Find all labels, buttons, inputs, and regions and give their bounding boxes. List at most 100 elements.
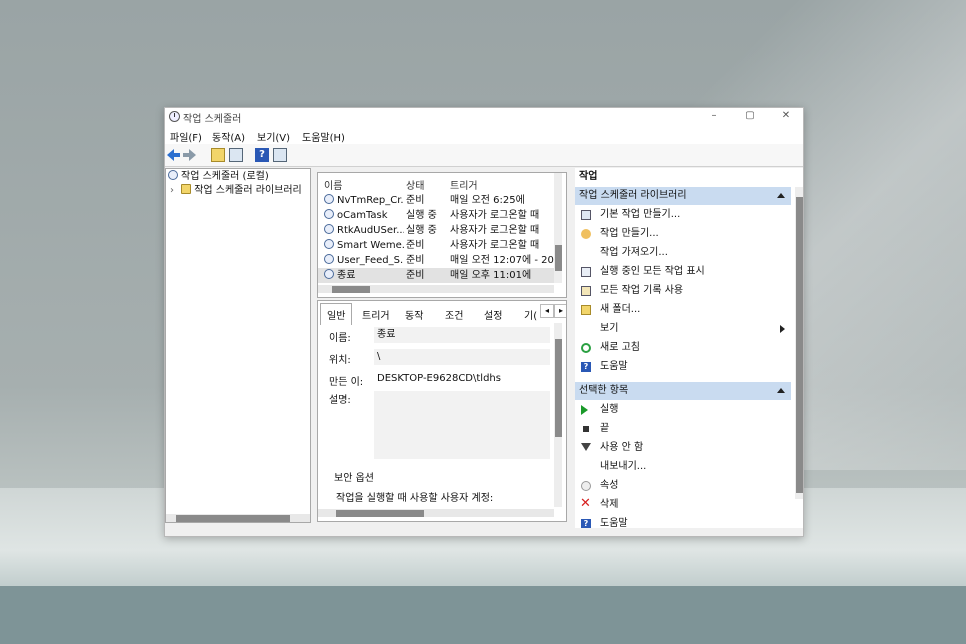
minimize-button[interactable]: – bbox=[695, 108, 733, 126]
floor-edge bbox=[0, 586, 966, 644]
security-options-title: 보안 옵션 bbox=[334, 473, 374, 484]
detail-hscroll-thumb[interactable] bbox=[336, 510, 424, 517]
action-item[interactable]: ? 도움말 bbox=[575, 358, 791, 376]
action-item[interactable]: 실행 중인 모든 작업 표시 bbox=[575, 263, 791, 281]
help-icon: ? bbox=[581, 362, 591, 372]
collapse-caret-icon[interactable] bbox=[777, 388, 785, 393]
tab-history[interactable]: 기( bbox=[524, 307, 537, 322]
location-field[interactable]: \ bbox=[374, 349, 550, 365]
task-trigger: 매일 오후 11:01에 bbox=[450, 270, 532, 281]
action-label: 실행 bbox=[600, 404, 619, 415]
task-list-vscroll-thumb[interactable] bbox=[555, 245, 562, 271]
action-label: 속성 bbox=[600, 480, 619, 491]
action-item[interactable]: 작업 가져오기... bbox=[575, 244, 791, 262]
col-name[interactable]: 이름 bbox=[324, 177, 342, 192]
task-name-cell: 종료 bbox=[324, 268, 404, 283]
action-item[interactable]: 작업 만들기... bbox=[575, 225, 791, 243]
help-icon: ? bbox=[581, 519, 591, 528]
action-item[interactable]: 보기 bbox=[575, 320, 791, 338]
window-title: 작업 스케줄러 bbox=[183, 114, 242, 125]
action-item[interactable]: 새 폴더... bbox=[575, 301, 791, 319]
clock-icon bbox=[324, 209, 334, 219]
col-trigger[interactable]: 트리거 bbox=[450, 177, 478, 192]
tab-scroll-left-button[interactable]: ◂ bbox=[540, 304, 554, 318]
table-row[interactable]: Smart Weme... 준비 사용자가 로그온할 때 bbox=[318, 238, 554, 253]
name-field[interactable]: 종료 bbox=[374, 327, 550, 343]
task-name-cell: NvTmRep_Cr... bbox=[324, 193, 404, 208]
table-row[interactable]: NvTmRep_Cr... 준비 매일 오전 6:25에 bbox=[318, 193, 554, 208]
menu-help[interactable]: 도움말(H) bbox=[302, 129, 345, 144]
up-folder-icon[interactable] bbox=[211, 148, 225, 162]
clock-icon bbox=[324, 269, 334, 279]
close-button[interactable]: ✕ bbox=[767, 108, 803, 126]
action-item[interactable]: 사용 안 함 bbox=[575, 439, 791, 457]
tree-hscroll-thumb[interactable] bbox=[176, 515, 290, 522]
delete-icon: ✕ bbox=[580, 496, 591, 511]
task-name-cell: Smart Weme... bbox=[324, 238, 404, 253]
collapse-caret-icon[interactable] bbox=[777, 193, 785, 198]
table-row[interactable]: RtkAudUSer... 실행 중 사용자가 로그온할 때 bbox=[318, 223, 554, 238]
forward-arrow-icon bbox=[183, 149, 196, 161]
section-library[interactable]: 작업 스케줄러 라이브러리 bbox=[575, 187, 791, 205]
maximize-button[interactable]: ▢ bbox=[731, 108, 769, 126]
action-item[interactable]: 실행 bbox=[575, 401, 791, 419]
basic-task-icon bbox=[581, 210, 591, 220]
tab-general[interactable]: 일반 bbox=[320, 303, 353, 325]
security-account-text: 작업을 실행할 때 사용할 사용자 계정: bbox=[336, 493, 494, 504]
task-list-hscroll-thumb[interactable] bbox=[332, 286, 370, 293]
action-label: 삭제 bbox=[600, 499, 619, 510]
tab-settings[interactable]: 설정 bbox=[484, 307, 502, 322]
expand-chevron-icon[interactable]: › bbox=[170, 185, 174, 196]
tab-actions[interactable]: 동작 bbox=[405, 307, 423, 322]
description-field[interactable] bbox=[374, 391, 550, 459]
description-label: 설명: bbox=[329, 395, 351, 406]
task-list-vscroll[interactable] bbox=[554, 173, 562, 283]
tab-conditions[interactable]: 조건 bbox=[445, 307, 463, 322]
actions-vscroll[interactable] bbox=[795, 187, 803, 499]
actions-vscroll-thumb[interactable] bbox=[796, 197, 803, 493]
tab-scroll-right-button[interactable]: ▸ bbox=[554, 304, 566, 318]
task-trigger: 매일 오전 12:07에 - 203 bbox=[450, 255, 554, 266]
end-icon bbox=[583, 426, 589, 432]
action-item[interactable]: 내보내기... bbox=[575, 458, 791, 476]
detail-vscroll[interactable] bbox=[554, 323, 562, 507]
tree-library[interactable]: › 작업 스케줄러 라이브러리 bbox=[170, 184, 302, 198]
table-row[interactable]: oCamTask 실행 중 사용자가 로그온할 때 bbox=[318, 208, 554, 223]
table-row[interactable]: User_Feed_S... 준비 매일 오전 12:07에 - 203 bbox=[318, 253, 554, 268]
task-scheduler-icon bbox=[169, 111, 180, 122]
table-row[interactable]: 종료 준비 매일 오후 11:01에 bbox=[318, 268, 554, 283]
name-label: 이름: bbox=[329, 333, 351, 344]
help-toolbar-icon[interactable]: ? bbox=[255, 148, 269, 162]
action-item[interactable]: ✕ 삭제 bbox=[575, 496, 791, 514]
task-list-hscroll[interactable] bbox=[318, 285, 554, 293]
author-field[interactable]: DESKTOP-E9628CD\tldhs bbox=[374, 371, 550, 387]
col-status[interactable]: 상태 bbox=[406, 177, 424, 192]
back-button[interactable] bbox=[167, 148, 181, 162]
detail-vscroll-thumb[interactable] bbox=[555, 339, 562, 437]
menu-action[interactable]: 동작(A) bbox=[212, 129, 245, 144]
action-item[interactable]: 끝 bbox=[575, 420, 791, 438]
action-item[interactable]: 새로 고침 bbox=[575, 339, 791, 357]
action-item[interactable]: 기본 작업 만들기... bbox=[575, 206, 791, 224]
run-icon bbox=[581, 405, 588, 415]
tree-hscroll[interactable] bbox=[166, 514, 310, 522]
actions-pane: 작업 작업 스케줄러 라이브러리 기본 작업 만들기... 작업 만들기... 작업… bbox=[575, 168, 803, 528]
actions-header: 작업 bbox=[579, 171, 598, 182]
menu-bar: 파일(F) 동작(A) 보기(V) 도움말(H) bbox=[165, 126, 803, 144]
menu-file[interactable]: 파일(F) bbox=[170, 129, 202, 144]
properties-icon bbox=[581, 481, 591, 491]
tree-root[interactable]: 작업 스케줄러 (로컬) bbox=[168, 170, 269, 184]
action-pane-icon[interactable] bbox=[273, 148, 287, 162]
section-selected-label: 선택한 항목 bbox=[579, 385, 629, 396]
menu-view[interactable]: 보기(V) bbox=[257, 129, 290, 144]
action-item[interactable]: 속성 bbox=[575, 477, 791, 495]
section-selected[interactable]: 선택한 항목 bbox=[575, 382, 791, 400]
show-hide-tree-icon[interactable] bbox=[229, 148, 243, 162]
clock-icon bbox=[324, 194, 334, 204]
detail-hscroll[interactable] bbox=[318, 509, 554, 517]
tab-triggers[interactable]: 트리거 bbox=[362, 307, 390, 322]
task-trigger: 매일 오전 6:25에 bbox=[450, 195, 525, 206]
action-item[interactable]: ? 도움말 bbox=[575, 515, 791, 528]
action-item[interactable]: 모든 작업 기록 사용 bbox=[575, 282, 791, 300]
forward-button[interactable] bbox=[183, 148, 197, 162]
